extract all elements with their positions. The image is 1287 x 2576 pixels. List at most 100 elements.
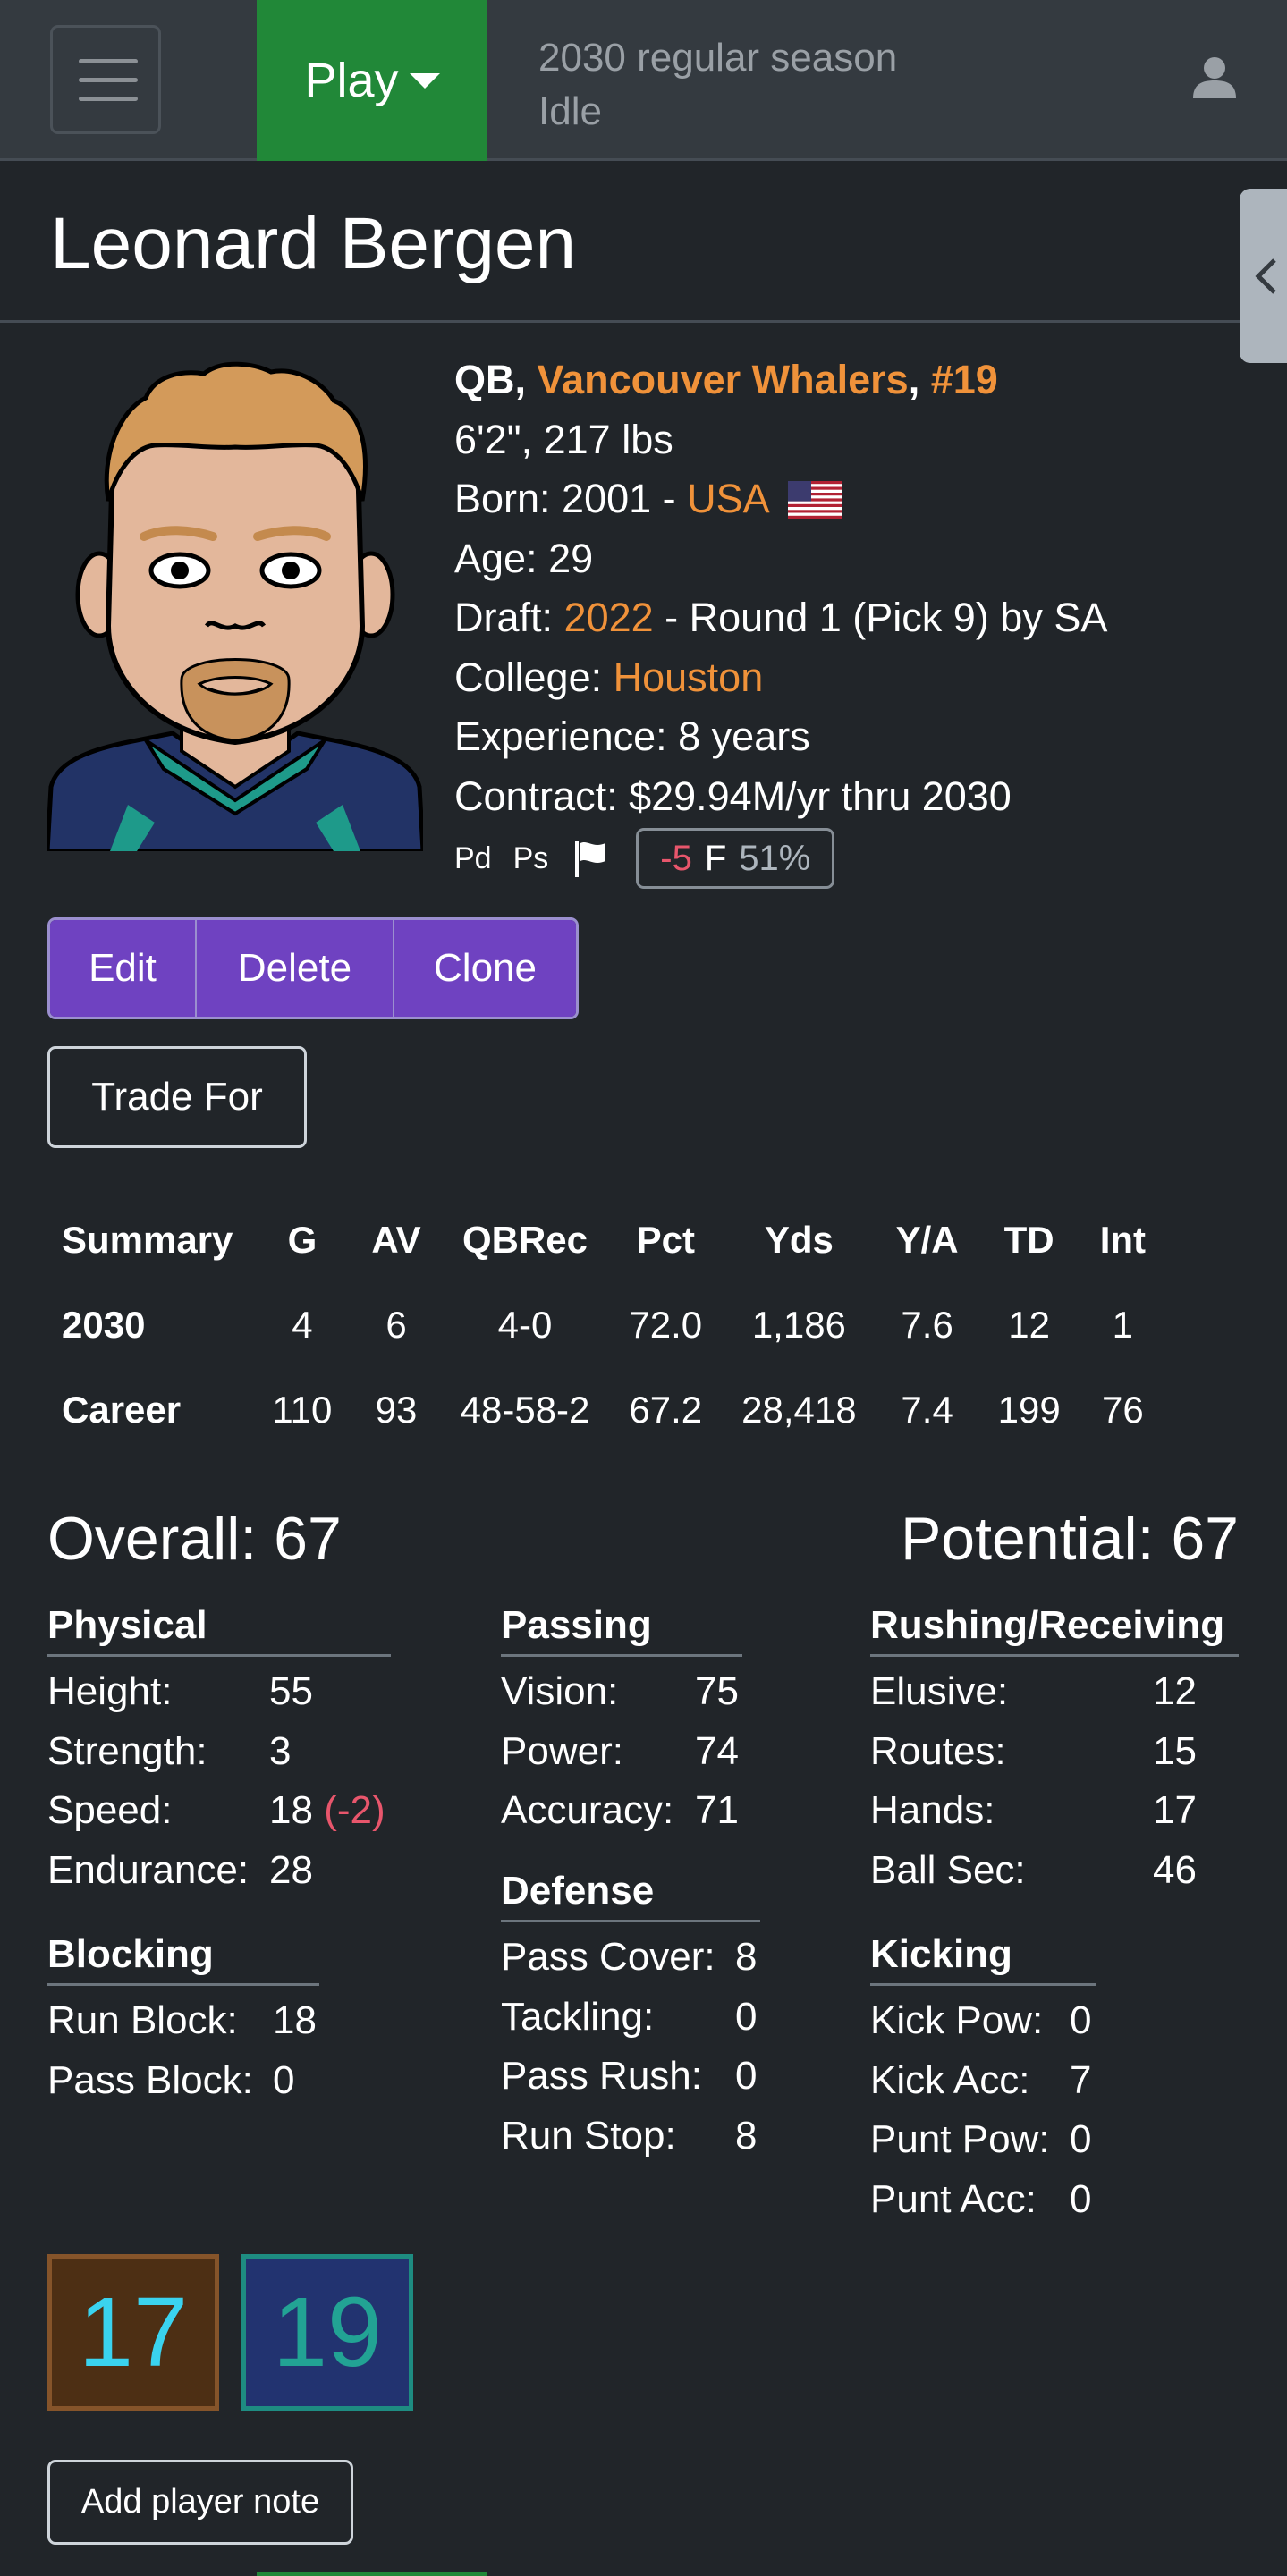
skill-delta: -5 xyxy=(660,838,692,878)
table-cell: 2030 xyxy=(62,1303,146,1346)
jersey-number-badge: 17 xyxy=(47,2254,219,2411)
table-cell: 199 xyxy=(997,1388,1061,1431)
stats-summary-table: Summary G AV QBRec Pct Yds Y/A TD Int 20… xyxy=(47,1198,1165,1452)
rating-value: 8 xyxy=(735,2113,758,2158)
add-player-note-button[interactable]: Add player note xyxy=(47,2460,353,2545)
rating-row: Pass Cover: 8 xyxy=(501,1928,760,1988)
table-cell: 12 xyxy=(1008,1303,1051,1346)
table-header-row: Summary G AV QBRec Pct Yds Y/A TD Int xyxy=(47,1198,1165,1282)
rating-value: 71 xyxy=(695,1788,739,1832)
status-row: Pd Ps -5 F 51% xyxy=(454,827,835,890)
rating-row: Routes: 15 xyxy=(870,1722,1239,1782)
hamburger-icon-bar xyxy=(79,78,138,82)
rating-label: Strength: xyxy=(47,1728,207,1773)
rating-row: Endurance: 28 xyxy=(47,1841,391,1901)
rating-label: Endurance: xyxy=(47,1847,250,1892)
rating-value: 17 xyxy=(1153,1788,1197,1832)
rating-value: 0 xyxy=(273,2057,295,2102)
skill-grade: F xyxy=(704,838,727,878)
pd-label[interactable]: Pd xyxy=(454,841,492,876)
experience: Experience: 8 years xyxy=(454,714,810,759)
ratings-physical: Physical Height: 55 Strength: 3 Speed: 18 (… xyxy=(47,1600,391,1900)
edit-button[interactable]: Edit xyxy=(50,920,195,1017)
player-info: QB, Vancouver Whalers, #19 6'2", 217 lbs… xyxy=(454,351,1107,826)
trade-for-button[interactable]: Trade For xyxy=(47,1046,307,1148)
table-cell: 72.0 xyxy=(629,1303,703,1346)
born-year: Born: 2001 - xyxy=(454,476,676,521)
table-cell: 4-0 xyxy=(497,1303,553,1346)
table-cell: 28,418 xyxy=(741,1388,857,1431)
column-header: TD xyxy=(1003,1219,1054,1261)
position-team-line: QB, Vancouver Whalers, #19 xyxy=(454,351,1107,410)
rating-row: Vision: 75 xyxy=(501,1662,742,1722)
rating-label: Vision: xyxy=(501,1669,619,1713)
rating-value: 0 xyxy=(1070,1998,1092,2042)
table-cell: 1 xyxy=(1112,1303,1134,1346)
ratings-group-title: Defense xyxy=(501,1866,760,1922)
rating-row: Pass Rush: 0 xyxy=(501,2047,760,2107)
potential-rating: Potential: 67 xyxy=(900,1505,1239,1573)
ratings-group-title: Rushing/Receiving xyxy=(870,1600,1239,1657)
rating-change: (-2) xyxy=(324,1788,385,1832)
table-cell: 93 xyxy=(375,1388,418,1431)
sidebar-collapse-button[interactable] xyxy=(1240,189,1287,363)
rating-value: 18 xyxy=(273,1998,317,2042)
us-flag-icon xyxy=(787,481,842,519)
caret-down-icon xyxy=(409,72,440,89)
hamburger-icon xyxy=(79,59,138,63)
rating-row: Punt Pow: 0 xyxy=(870,2110,1096,2170)
rating-label: Tackling: xyxy=(501,1994,655,2039)
title-row: Leonard Bergen xyxy=(0,164,1287,323)
table-cell: 7.4 xyxy=(901,1388,953,1431)
play-menu-button[interactable]: Play xyxy=(257,0,487,161)
rating-row: Power: 74 xyxy=(501,1722,742,1782)
column-header: Pct xyxy=(636,1219,695,1261)
delete-button[interactable]: Delete xyxy=(195,920,393,1017)
rating-label: Punt Acc: xyxy=(870,2176,1037,2221)
college-link[interactable]: Houston xyxy=(614,655,764,700)
rating-row: Tackling: 0 xyxy=(501,1988,760,2048)
rating-row: Run Block: 18 xyxy=(47,1991,319,2051)
rating-value: 12 xyxy=(1153,1669,1197,1713)
ratings-defense: Defense Pass Cover: 8 Tackling: 0 Pass Rus… xyxy=(501,1866,760,2166)
table-cell: 7.6 xyxy=(901,1303,953,1346)
table-cell: 110 xyxy=(272,1388,333,1431)
rating-row: Strength: 3 xyxy=(47,1722,391,1782)
menu-toggle-button[interactable] xyxy=(50,25,161,134)
skill-badge[interactable]: -5 F 51% xyxy=(636,828,835,889)
rating-label: Punt Pow: xyxy=(870,2117,1050,2161)
flag-icon[interactable] xyxy=(573,840,609,877)
rating-label: Hands: xyxy=(870,1788,995,1832)
column-header: Summary xyxy=(62,1219,233,1261)
country-link[interactable]: USA xyxy=(687,476,767,521)
rating-row: Ball Sec: 46 xyxy=(870,1841,1239,1901)
table-row: Career 110 93 48-58-2 67.2 28,418 7.4 19… xyxy=(47,1367,1165,1452)
table-cell: 48-58-2 xyxy=(460,1388,590,1431)
column-header: QBRec xyxy=(461,1219,588,1261)
rating-label: Speed: xyxy=(47,1788,173,1832)
table-cell: 1,186 xyxy=(751,1303,846,1346)
college-prefix: College: xyxy=(454,654,603,700)
ps-label[interactable]: Ps xyxy=(513,841,549,876)
hamburger-icon-bar xyxy=(79,97,138,101)
rating-row: Hands: 17 xyxy=(870,1781,1239,1841)
age: Age: 29 xyxy=(454,535,594,581)
rating-label: Kick Acc: xyxy=(870,2057,1030,2102)
draft-year-link[interactable]: 2022 xyxy=(564,595,654,640)
clone-button[interactable]: Clone xyxy=(393,920,576,1017)
rating-value: 0 xyxy=(735,1994,758,2039)
ratings-group-title: Passing xyxy=(501,1600,742,1657)
contract: Contract: $29.94M/yr thru 2030 xyxy=(454,773,1012,819)
table-cell: 6 xyxy=(385,1303,407,1346)
rating-row: Punt Acc: 0 xyxy=(870,2170,1096,2230)
draft-line: Draft: 2022 - Round 1 (Pick 9) by SA xyxy=(454,588,1107,648)
rating-value: 0 xyxy=(1070,2117,1092,2161)
ratings-kicking: Kicking Kick Pow: 0 Kick Acc: 7 Punt Pow: 0… xyxy=(870,1930,1096,2229)
rating-value: 8 xyxy=(735,1935,758,1979)
jersey-number-link[interactable]: #19 xyxy=(931,357,998,402)
rating-value: 0 xyxy=(1070,2176,1092,2221)
user-icon[interactable] xyxy=(1191,54,1238,100)
rating-label: Kick Pow: xyxy=(870,1998,1044,2042)
team-link[interactable]: Vancouver Whalers xyxy=(538,357,909,402)
rating-label: Pass Rush: xyxy=(501,2054,702,2098)
